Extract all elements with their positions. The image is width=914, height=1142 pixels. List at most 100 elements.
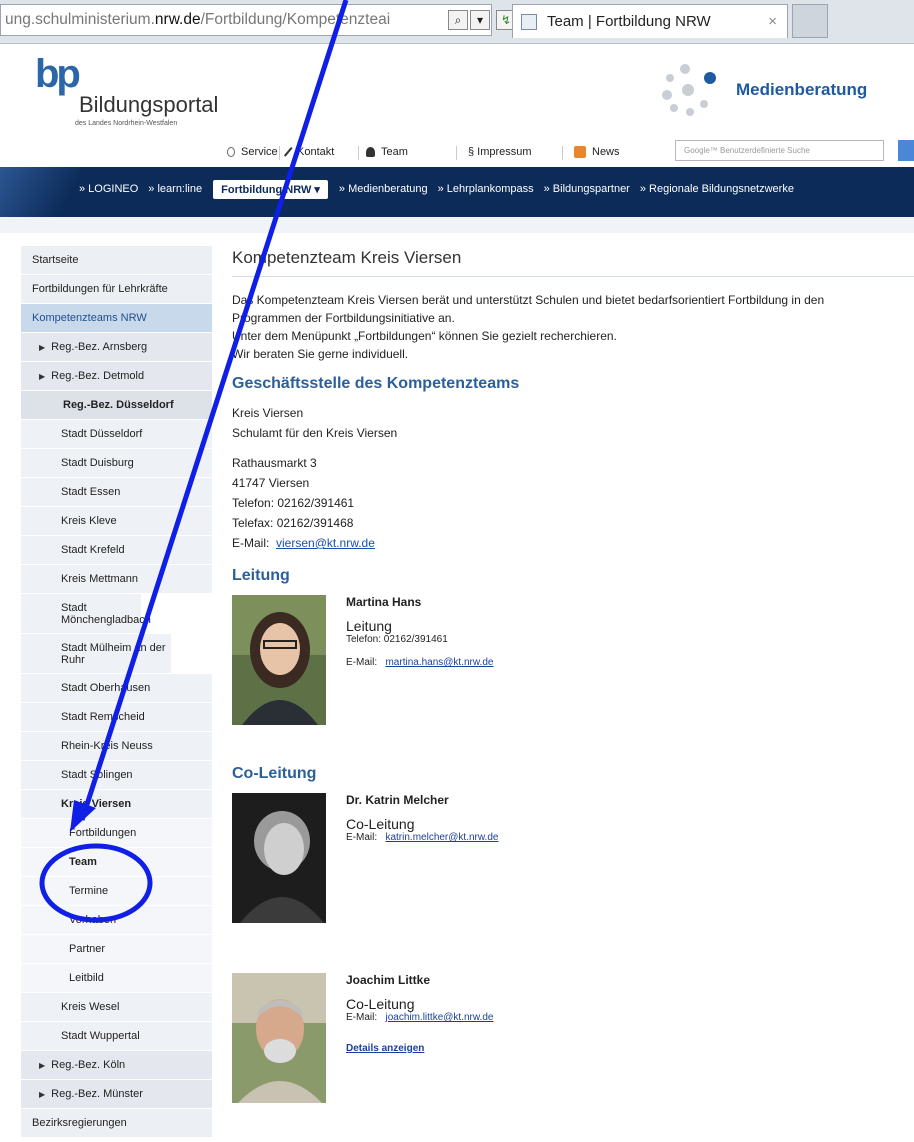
person-email-link[interactable]: katrin.melcher@kt.nrw.de xyxy=(385,832,498,843)
office-name: Kreis Viersen Schulamt für den Kreis Vie… xyxy=(232,406,398,440)
browser-tab[interactable]: Team | Fortbildung NRW × xyxy=(512,4,788,38)
sidebar-item-fortbildungen[interactable]: Fortbildungen für Lehrkräfte xyxy=(21,275,212,304)
tab-title: Team | Fortbildung NRW xyxy=(547,13,711,30)
search-icon[interactable]: ⌕ xyxy=(448,10,468,30)
sidebar-city[interactable]: Stadt Solingen xyxy=(21,761,212,790)
nav-medienberatung[interactable]: » Medienberatung xyxy=(334,183,433,195)
sidebar-item-arnsberg[interactable]: ▶ Reg.-Bez. Arnsberg xyxy=(21,333,212,362)
kontakt-link[interactable]: Kontakt xyxy=(283,146,334,158)
sidebar-city[interactable]: Kreis Wesel xyxy=(21,993,212,1022)
nav-bildungspartner[interactable]: » Bildungspartner xyxy=(539,183,635,195)
office-heading: Geschäftsstelle des Kompetenzteams xyxy=(232,375,520,392)
address-bar[interactable]: ung.schulministerium. nrw.de/Fortbildung/… xyxy=(0,4,492,36)
nav-lehrplankompass[interactable]: » Lehrplankompass xyxy=(433,183,539,195)
sidebar-city[interactable]: Stadt Duisburg xyxy=(21,449,212,478)
impressum-link[interactable]: § Impressum xyxy=(468,146,532,158)
person-photo xyxy=(232,793,326,923)
caret-right-icon: ▶ xyxy=(39,371,46,381)
sidebar-city[interactable]: Kreis Mettmann xyxy=(21,565,212,594)
sidebar-city[interactable]: Stadt Remscheid xyxy=(21,703,212,732)
sidebar-item-kompetenzteams[interactable]: Kompetenzteams NRW xyxy=(21,304,212,333)
person-name: Martina Hans xyxy=(346,595,422,609)
new-tab-button[interactable] xyxy=(792,4,828,38)
url-domain: nrw.de xyxy=(154,11,201,28)
sidebar-sub-team[interactable]: Team xyxy=(21,848,212,877)
news-link[interactable]: News xyxy=(574,146,620,158)
sidebar-item-bezirksregierungen[interactable]: Bezirksregierungen xyxy=(21,1109,212,1138)
office-email-link[interactable]: viersen@kt.nrw.de xyxy=(276,536,375,550)
page-favicon-icon xyxy=(521,13,537,30)
sidebar-sub-termine[interactable]: Termine xyxy=(21,877,212,906)
lightbulb-icon xyxy=(227,147,235,157)
person-email-link[interactable]: joachim.littke@kt.nrw.de xyxy=(385,1012,493,1023)
sidebar-sub-leitbild[interactable]: Leitbild xyxy=(21,964,212,993)
nav-fortbildung-nrw[interactable]: Fortbildung NRW ▾ xyxy=(213,179,328,199)
sidebar-item-detmold[interactable]: ▶ Reg.-Bez. Detmold xyxy=(21,362,212,391)
page-title: Kompetenzteam Kreis Viersen xyxy=(232,248,914,277)
office-address: Rathausmarkt 3 41747 Viersen Telefon: 02… xyxy=(232,456,375,550)
logo-mark: bp xyxy=(35,52,81,96)
search-button[interactable] xyxy=(898,140,914,161)
service-bar: Service Kontakt Team § Impressum News Go… xyxy=(0,140,914,165)
sidebar-city[interactable]: Stadt Mülheim an der Ruhr xyxy=(21,634,171,674)
main-content: Kompetenzteam Kreis Viersen Das Kompeten… xyxy=(232,248,914,1103)
sidebar-city[interactable]: Stadt Wuppertal xyxy=(21,1022,212,1051)
person-role: Leitung xyxy=(346,618,392,634)
sidebar-sub-vorhaben[interactable]: Vorhaben xyxy=(21,906,212,935)
sidebar-item-koeln[interactable]: ▶ Reg.-Bez. Köln xyxy=(21,1051,212,1080)
medienberatung-logo[interactable]: Medienberatung xyxy=(660,62,867,118)
sidebar-city[interactable]: Rhein-Kreis Neuss xyxy=(21,732,212,761)
bildungsportal-logo[interactable]: bp Bildungsportal des Landes Nordrhein-W… xyxy=(35,52,218,127)
caret-right-icon: ▶ xyxy=(39,1089,46,1099)
sidebar-city[interactable]: Stadt Oberhausen xyxy=(21,674,212,703)
sidebar-sub-fortbildungen[interactable]: Fortbildungen xyxy=(21,819,212,848)
person-role: Co-Leitung xyxy=(346,816,415,832)
caret-right-icon: ▶ xyxy=(39,1060,46,1070)
person-role: Co-Leitung xyxy=(346,996,415,1012)
sidebar-item-startseite[interactable]: Startseite xyxy=(21,246,212,275)
site-header: bp Bildungsportal des Landes Nordrhein-W… xyxy=(0,44,914,165)
leitung-heading: Leitung xyxy=(232,567,290,584)
details-link[interactable]: Details anzeigen xyxy=(346,1043,424,1054)
sidebar-city[interactable]: Stadt Mönchengladbach xyxy=(21,594,151,634)
logo-title: Bildungsportal xyxy=(79,92,219,117)
service-link[interactable]: Service xyxy=(227,146,278,158)
sidebar-city[interactable]: Kreis Kleve xyxy=(21,507,212,536)
team-link[interactable]: Team xyxy=(366,146,408,158)
nav-logineo[interactable]: » LOGINEO xyxy=(74,183,143,195)
caret-right-icon: ▶ xyxy=(39,342,46,352)
medienberatung-title: Medienberatung xyxy=(736,80,868,99)
sidebar-item-duesseldorf[interactable]: Reg.-Bez. Düsseldorf xyxy=(21,391,212,420)
sidebar-item-kreis-viersen[interactable]: Kreis Viersen xyxy=(21,790,212,819)
sidebar-city[interactable]: Stadt Krefeld xyxy=(21,536,212,565)
pencil-icon xyxy=(283,146,295,158)
tab-close-icon[interactable]: × xyxy=(768,13,777,30)
person-card: Dr. Katrin Melcher Co-Leitung E-Mail: ka… xyxy=(232,793,914,923)
sidebar-navigation: Startseite Fortbildungen für Lehrkräfte … xyxy=(21,246,212,1138)
main-navigation: » LOGINEO » learn:line Fortbildung NRW ▾… xyxy=(0,167,914,217)
person-card: Martina Hans Leitung Telefon: 02162/3914… xyxy=(232,595,914,725)
browser-toolbar: ung.schulministerium. nrw.de/Fortbildung/… xyxy=(0,0,914,44)
dropdown-arrow-icon[interactable]: ▾ xyxy=(470,10,490,30)
person-photo xyxy=(232,973,326,1103)
sidebar-sub-partner[interactable]: Partner xyxy=(21,935,212,964)
person-name: Joachim Littke xyxy=(346,973,431,987)
logo-subtitle: des Landes Nordrhein-Westfalen xyxy=(75,120,178,127)
search-input[interactable]: Google™ Benutzerdefinierte Suche xyxy=(675,140,884,161)
person-phone: Telefon: 02162/391461 xyxy=(346,634,448,645)
person-email-link[interactable]: martina.hans@kt.nrw.de xyxy=(385,657,493,668)
sidebar-item-muenster[interactable]: ▶ Reg.-Bez. Münster xyxy=(21,1080,212,1109)
url-prefix: ung.schulministerium. xyxy=(5,11,155,28)
person-photo xyxy=(232,595,326,725)
nav-learnline[interactable]: » learn:line xyxy=(143,183,207,195)
sidebar-city[interactable]: Stadt Düsseldorf xyxy=(21,420,212,449)
rss-icon xyxy=(574,146,586,158)
person-name: Dr. Katrin Melcher xyxy=(346,793,449,807)
coleitung-heading: Co-Leitung xyxy=(232,765,317,782)
url-path: /Fortbildung/Kompetenzteai xyxy=(200,11,391,28)
person-icon xyxy=(366,147,375,157)
sidebar-city[interactable]: Stadt Essen xyxy=(21,478,212,507)
nav-regionale-bildungsnetzwerke[interactable]: » Regionale Bildungsnetzwerke xyxy=(635,183,799,195)
person-card: Joachim Littke Co-Leitung E-Mail: joachi… xyxy=(232,973,914,1103)
medienberatung-icon xyxy=(660,62,716,118)
